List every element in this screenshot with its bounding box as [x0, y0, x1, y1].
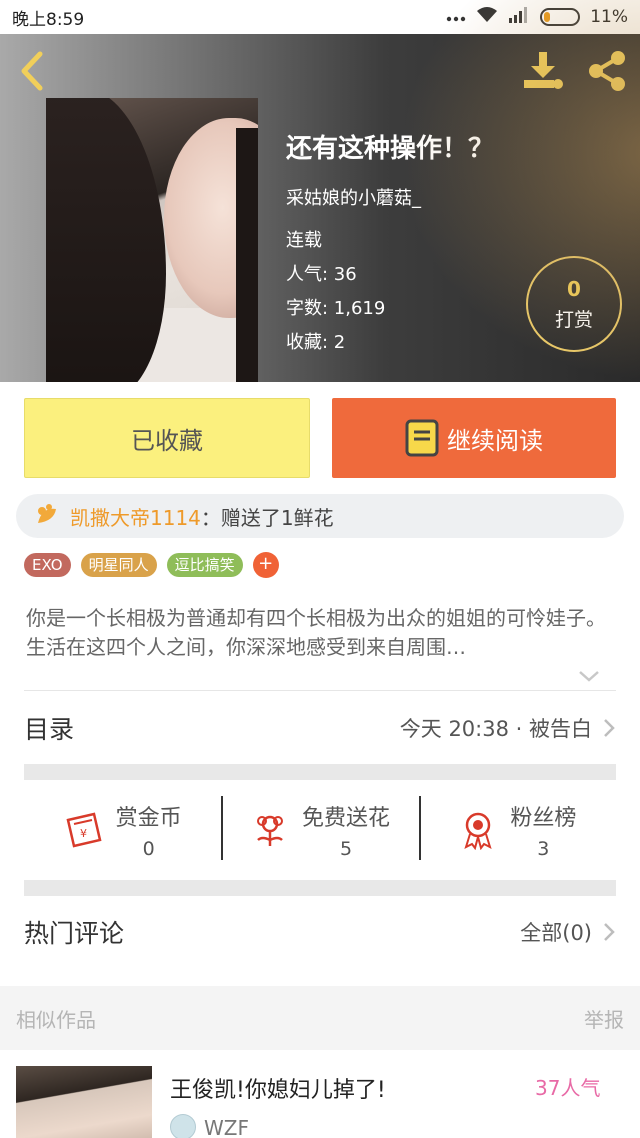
similar-work-popularity: 37人气: [535, 1076, 601, 1100]
continue-reading-label: 继续阅读: [447, 426, 543, 455]
stat-value: 5: [339, 838, 353, 860]
collected-label: 已收藏: [131, 426, 203, 455]
medal-icon: [464, 812, 492, 850]
similar-work-cover: [16, 1066, 152, 1138]
book-header: 晚上8:59 11% 还有这种操作！？ 采姑娘的小蘑菇_ 连载 人气: 36 字…: [0, 0, 640, 382]
chevron-right-icon: [604, 719, 615, 737]
coin-reward-stat[interactable]: ¥ 赏金币 0: [24, 780, 221, 880]
book-favorites: 收藏: 2: [286, 332, 346, 353]
stat-name: 赏金币: [115, 806, 182, 831]
book-detail-content: 已收藏 继续阅读 凯撒大帝1114 ：赠送了1鲜花 EXO 明星同人 逗比搞笑 …: [0, 382, 640, 1138]
book-author[interactable]: 采姑娘的小蘑菇_: [286, 184, 421, 210]
stat-name: 粉丝榜: [510, 806, 577, 831]
battery-icon: [540, 8, 581, 26]
gift-notice[interactable]: 凯撒大帝1114 ：赠送了1鲜花: [16, 494, 624, 538]
stat-value: 3: [537, 838, 550, 860]
chevron-left-icon: [21, 51, 43, 91]
expand-description-button[interactable]: [578, 668, 600, 682]
battery-level: 11%: [590, 7, 628, 27]
signal-icon: [508, 6, 530, 28]
author-avatar: [170, 1114, 196, 1138]
all-comments-link[interactable]: 全部(0): [520, 917, 592, 947]
more-dots-icon: [446, 7, 466, 27]
back-button[interactable]: [14, 48, 50, 94]
stat-name: 免费送花: [301, 806, 390, 831]
divider: [24, 690, 616, 691]
tag-item[interactable]: EXO: [24, 553, 71, 577]
chevron-down-icon: [579, 671, 599, 682]
download-icon: [524, 52, 563, 89]
tip-button[interactable]: 0 打赏: [526, 256, 622, 352]
book-popularity: 人气: 36: [286, 264, 357, 285]
status-time: 晚上8:59: [12, 9, 85, 30]
table-of-contents-row[interactable]: 目录 今天 20:38 · 被告白: [0, 692, 640, 764]
similar-works-header: 相似作品 举报: [0, 986, 640, 1050]
tag-item[interactable]: 明星同人: [80, 553, 157, 577]
red-envelope-icon: ¥: [66, 812, 102, 848]
book-title: 还有这种操作！？: [286, 134, 495, 164]
status-bar: 晚上8:59 11%: [0, 0, 640, 34]
hot-comments-row[interactable]: 热门评论 全部(0): [0, 896, 640, 968]
continue-reading-button[interactable]: 继续阅读: [332, 398, 616, 478]
report-link[interactable]: 举报: [584, 1004, 624, 1033]
gift-user: 凯撒大帝1114: [70, 505, 201, 530]
book-status: 连载: [286, 230, 322, 251]
similar-work-author: WZF: [204, 1116, 249, 1138]
section-separator: [24, 880, 616, 896]
stat-value: 0: [142, 838, 155, 860]
book-description[interactable]: 你是一个长相极为普通却有四个长相极为出众的姐姐的可怜娃子。生活在这四个人之间，你…: [26, 604, 614, 662]
fan-ranking-stat[interactable]: 粉丝榜 3: [418, 780, 616, 880]
book-icon: [405, 419, 439, 457]
tag-list: EXO 明星同人 逗比搞笑 +: [24, 552, 279, 578]
tag-item[interactable]: 逗比搞笑: [166, 553, 243, 577]
toc-label: 目录: [24, 715, 75, 744]
tip-label: 打赏: [554, 308, 593, 331]
share-icon: [589, 51, 625, 91]
wifi-icon: [476, 6, 498, 29]
book-cover-image[interactable]: [46, 98, 258, 382]
tip-count: 0: [567, 276, 581, 301]
collected-button[interactable]: 已收藏: [24, 398, 310, 478]
free-flower-stat[interactable]: 免费送花 5: [221, 780, 418, 880]
svg-text:¥: ¥: [80, 827, 87, 840]
latest-chapter: 今天 20:38 · 被告白: [399, 717, 592, 741]
chevron-right-icon: [604, 923, 615, 941]
flower-icon: [256, 815, 283, 846]
similar-work-item[interactable]: 王俊凯!你媳妇儿掉了! 37人气 WZF: [0, 1050, 640, 1138]
download-button[interactable]: [520, 48, 566, 94]
flower-gift-icon: [38, 504, 56, 523]
gift-text: ：赠送了1鲜花: [200, 505, 334, 530]
share-button[interactable]: [584, 48, 630, 94]
similar-work-title: 王俊凯!你媳妇儿掉了!: [170, 1078, 386, 1103]
section-separator: [24, 764, 616, 780]
hot-comments-label: 热门评论: [24, 919, 125, 948]
similar-works-label: 相似作品: [16, 1007, 96, 1032]
reward-stats: ¥ 赏金币 0 免费送花 5 粉丝榜 3: [24, 780, 616, 880]
add-tag-button[interactable]: +: [252, 552, 279, 578]
book-word-count: 字数: 1,619: [286, 298, 386, 319]
